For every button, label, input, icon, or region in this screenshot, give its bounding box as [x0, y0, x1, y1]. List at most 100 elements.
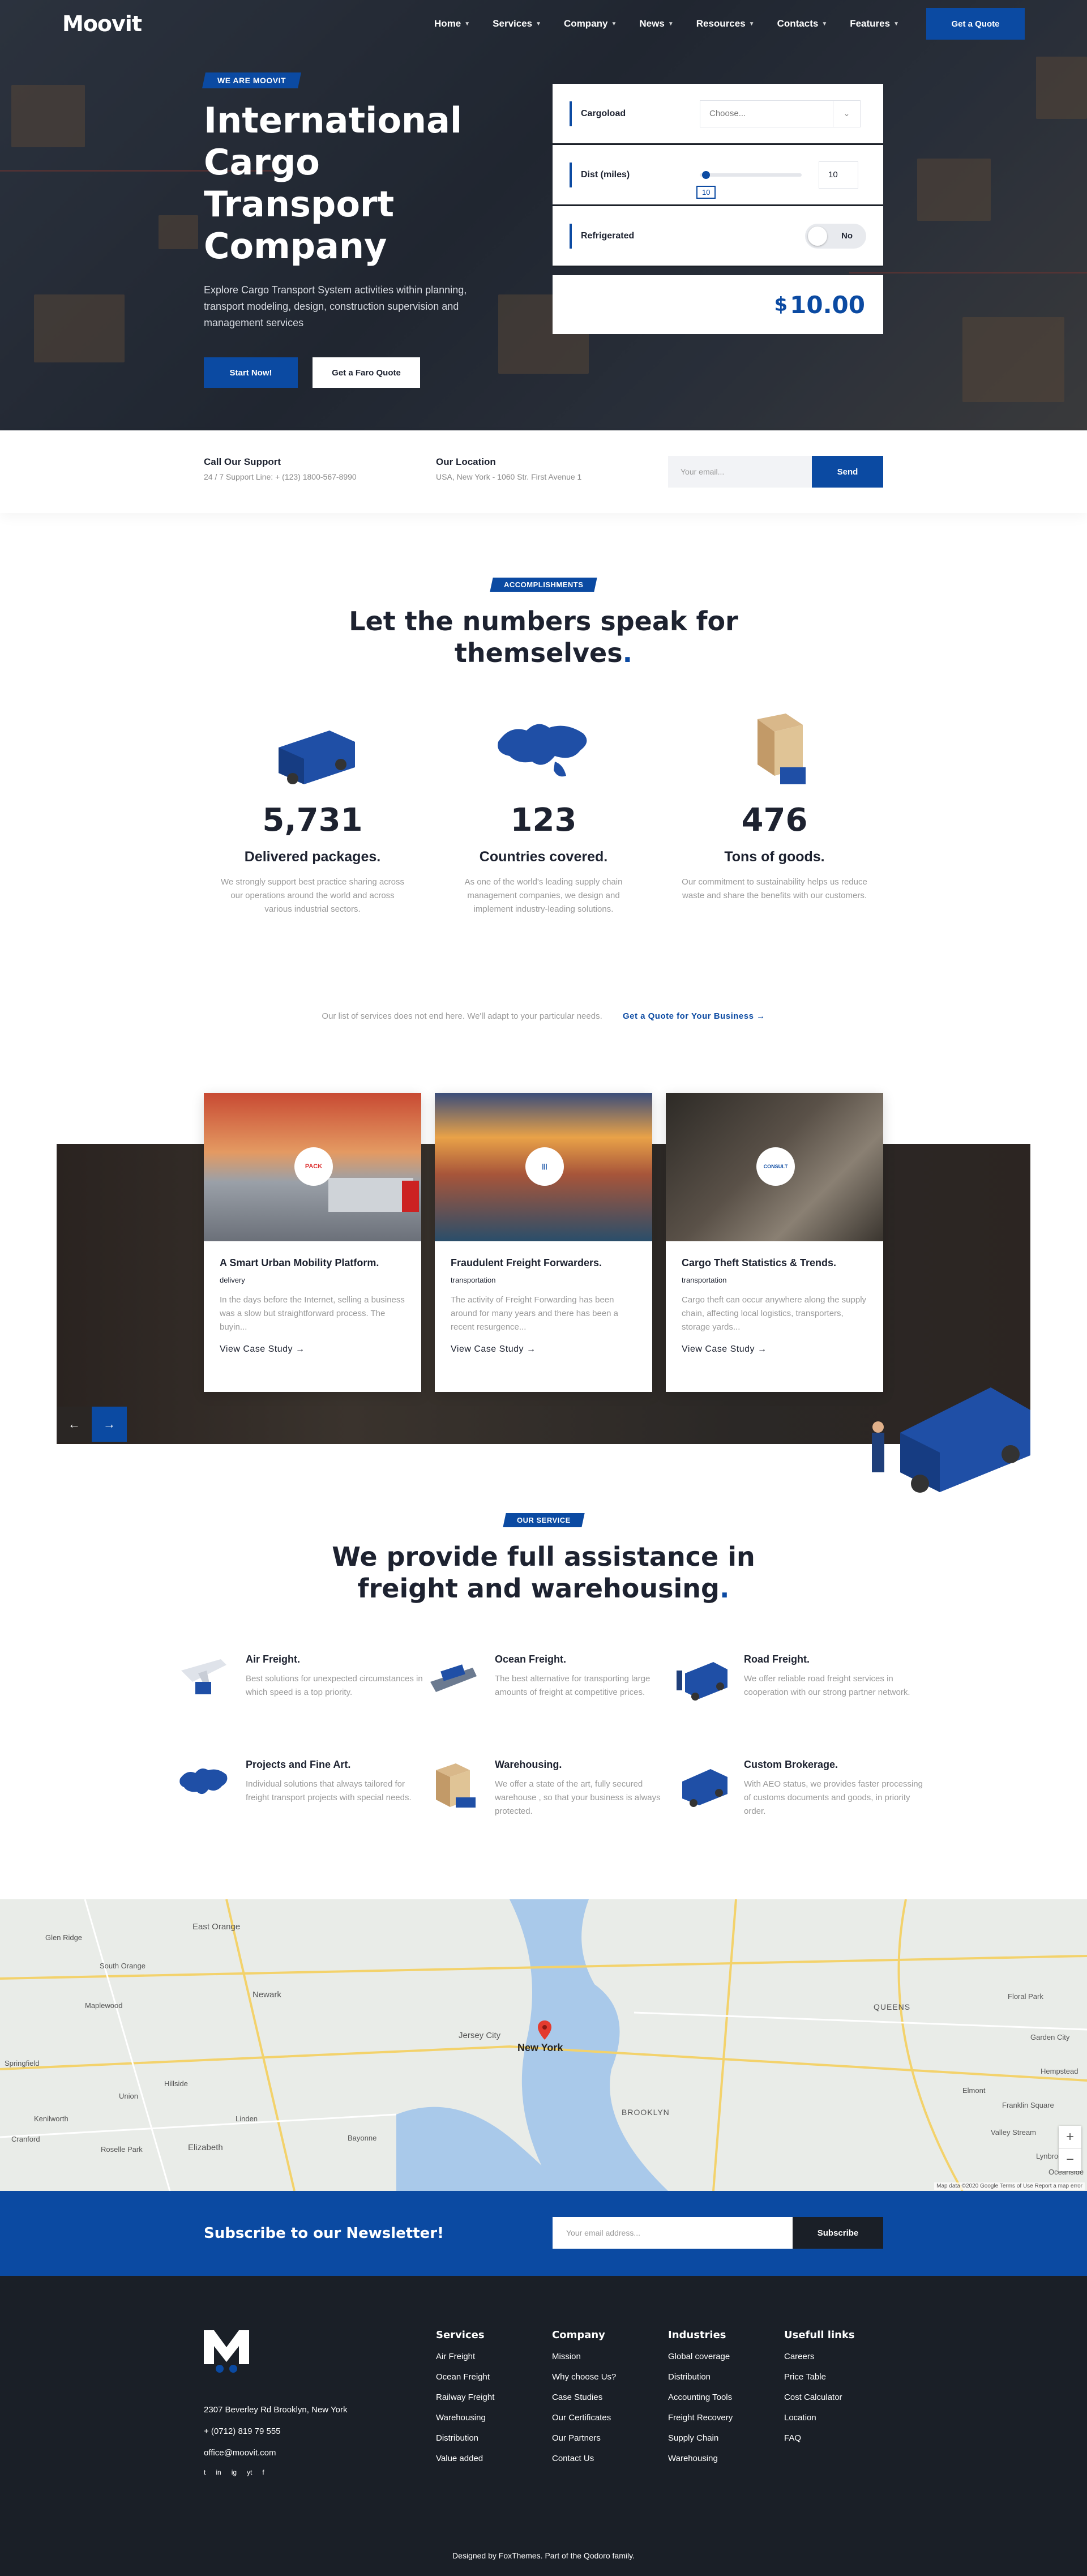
service-item[interactable]: Custom Brokerage. With AEO status, we pro…: [674, 1753, 923, 1818]
footer-link[interactable]: Mission: [552, 2352, 616, 2361]
warehouse-boxes-icon: [425, 1753, 481, 1810]
nav-item-services[interactable]: Services ▼: [493, 18, 541, 29]
linkedin-icon[interactable]: in: [216, 2468, 221, 2476]
truck-icon: [674, 1648, 730, 1704]
map-label: Newark: [253, 1990, 281, 2000]
view-case-study-link[interactable]: View Case Study →: [451, 1344, 636, 1355]
send-button[interactable]: Send: [812, 456, 883, 488]
arrow-right-icon[interactable]: →: [92, 1407, 127, 1442]
footer-link[interactable]: Ocean Freight: [436, 2372, 494, 2382]
footer-link[interactable]: Global coverage: [668, 2352, 733, 2361]
newsletter-email-field[interactable]: Your email address...: [553, 2217, 793, 2249]
location-map[interactable]: East Orange Newark Jersey City New York …: [0, 1899, 1087, 2191]
nav-item-features[interactable]: Features ▼: [850, 18, 899, 29]
nav-item-contacts[interactable]: Contacts ▼: [777, 18, 828, 29]
case-title[interactable]: Cargo Theft Statistics & Trends.: [682, 1257, 867, 1269]
map-label: Linden: [236, 2114, 258, 2123]
twitter-icon[interactable]: t: [204, 2468, 206, 2476]
facebook-icon[interactable]: f: [262, 2468, 264, 2476]
footer-link[interactable]: Distribution: [436, 2433, 494, 2443]
chevron-down-icon: ▼: [821, 20, 828, 27]
footer-link[interactable]: Why choose Us?: [552, 2372, 616, 2382]
service-item[interactable]: Air Freight. Best solutions for unexpecte…: [176, 1648, 425, 1704]
case-card[interactable]: CONSULT Cargo Theft Statistics & Trends.…: [666, 1093, 883, 1392]
get-quote-button[interactable]: Get a Quote: [926, 8, 1025, 40]
footer-link[interactable]: Supply Chain: [668, 2433, 733, 2443]
social-links: t in ig yt f: [204, 2468, 264, 2476]
case-card[interactable]: ||| Fraudulent Freight Forwarders. trans…: [435, 1093, 652, 1392]
footer-column-services: Services Air Freight Ocean Freight Railw…: [436, 2329, 495, 2463]
footer-link[interactable]: Location: [784, 2413, 855, 2423]
footer-phone[interactable]: + (0712) 819 79 555: [204, 2421, 347, 2442]
map-label: Union: [119, 2092, 138, 2100]
service-item[interactable]: Warehousing. We offer a state of the art,…: [425, 1753, 674, 1818]
distance-slider[interactable]: 10: [696, 170, 802, 199]
footer-link[interactable]: Contact Us: [552, 2454, 616, 2463]
zoom-out-button[interactable]: −: [1059, 2148, 1081, 2172]
map-label: Maplewood: [85, 2001, 123, 2010]
refrigerated-label: Refrigerated: [570, 223, 700, 249]
footer-link[interactable]: Accounting Tools: [668, 2393, 733, 2402]
nav-item-resources[interactable]: Resources ▼: [696, 18, 755, 29]
nav-item-company[interactable]: Company ▼: [564, 18, 617, 29]
footer-link[interactable]: Our Partners: [552, 2433, 616, 2443]
footer-link[interactable]: Our Certificates: [552, 2413, 616, 2423]
footer-email[interactable]: office@moovit.com: [204, 2442, 347, 2464]
subscribe-button[interactable]: Subscribe: [793, 2217, 883, 2249]
footer-link[interactable]: Railway Freight: [436, 2393, 494, 2402]
carousel-arrows: ← →: [57, 1407, 127, 1442]
footer-link[interactable]: Air Freight: [436, 2352, 494, 2361]
stat-tons: 476 Tons of goods. Our commitment to sus…: [678, 708, 871, 903]
view-case-study-link[interactable]: View Case Study →: [682, 1344, 867, 1355]
service-item[interactable]: Road Freight. We offer reliable road frei…: [674, 1648, 923, 1704]
email-field[interactable]: Your email...: [668, 456, 812, 488]
cargoload-label: Cargoload: [570, 101, 700, 126]
footer-link[interactable]: Value added: [436, 2454, 494, 2463]
footer-link[interactable]: Warehousing: [668, 2454, 733, 2463]
footer-link[interactable]: Careers: [784, 2352, 855, 2361]
case-title[interactable]: A Smart Urban Mobility Platform.: [220, 1257, 405, 1269]
footer-link[interactable]: Freight Recovery: [668, 2413, 733, 2423]
our-service-header: OUR SERVICE We provide full assistance i…: [0, 1513, 1087, 1604]
zoom-in-button[interactable]: +: [1059, 2126, 1081, 2148]
airplane-icon: [176, 1648, 232, 1704]
slider-handle[interactable]: [702, 170, 710, 179]
arrow-left-icon[interactable]: ←: [57, 1407, 92, 1442]
cargoload-select[interactable]: Choose... ⌄: [700, 100, 861, 127]
delivery-van-icon: [256, 708, 369, 793]
footer-link[interactable]: Price Table: [784, 2372, 855, 2382]
map-label: Bayonne: [348, 2134, 377, 2142]
refrigerated-toggle[interactable]: No: [805, 223, 866, 249]
footer-link[interactable]: Distribution: [668, 2372, 733, 2382]
nav-item-home[interactable]: Home ▼: [434, 18, 470, 29]
footer-link[interactable]: Warehousing: [436, 2413, 494, 2423]
quote-for-business-link[interactable]: Get a Quote for Your Business →: [623, 1011, 765, 1021]
boxes-icon: [718, 708, 831, 793]
service-item[interactable]: Projects and Fine Art. Individual solutio…: [176, 1753, 425, 1810]
nav-item-news[interactable]: News ▼: [639, 18, 673, 29]
case-card[interactable]: PACK A Smart Urban Mobility Platform. de…: [204, 1093, 421, 1392]
map-label: South Orange: [100, 1962, 145, 1970]
map-pin-icon[interactable]: [538, 2020, 551, 2040]
instagram-icon[interactable]: ig: [232, 2468, 237, 2476]
footer-link[interactable]: FAQ: [784, 2433, 855, 2443]
hero-tag: WE ARE MOOVIT: [202, 72, 302, 88]
free-quote-button[interactable]: Get a Faro Quote: [313, 357, 420, 388]
map-label: Roselle Park: [101, 2145, 143, 2154]
case-description: In the days before the Internet, selling…: [220, 1295, 405, 1332]
site-logo[interactable]: Moovit: [62, 11, 142, 36]
footer-logo[interactable]: [204, 2330, 249, 2373]
youtube-icon[interactable]: yt: [247, 2468, 252, 2476]
stat-delivered: 5,731 Delivered packages. We strongly su…: [216, 708, 409, 916]
case-image: PACK: [204, 1093, 421, 1241]
footer-link[interactable]: Cost Calculator: [784, 2393, 855, 2402]
service-item[interactable]: Ocean Freight. The best alternative for t…: [425, 1648, 674, 1704]
distance-input[interactable]: 10: [819, 161, 858, 189]
footer-link[interactable]: Case Studies: [552, 2393, 616, 2402]
start-now-button[interactable]: Start Now!: [204, 357, 298, 388]
stat-countries: 123 Countries covered. As one of the wor…: [447, 708, 640, 916]
footer-address: 2307 Beverley Rd Brooklyn, New York: [204, 2405, 348, 2415]
view-case-study-link[interactable]: View Case Study →: [220, 1344, 405, 1355]
chevron-down-icon: ▼: [464, 20, 470, 27]
case-title[interactable]: Fraudulent Freight Forwarders.: [451, 1257, 636, 1269]
